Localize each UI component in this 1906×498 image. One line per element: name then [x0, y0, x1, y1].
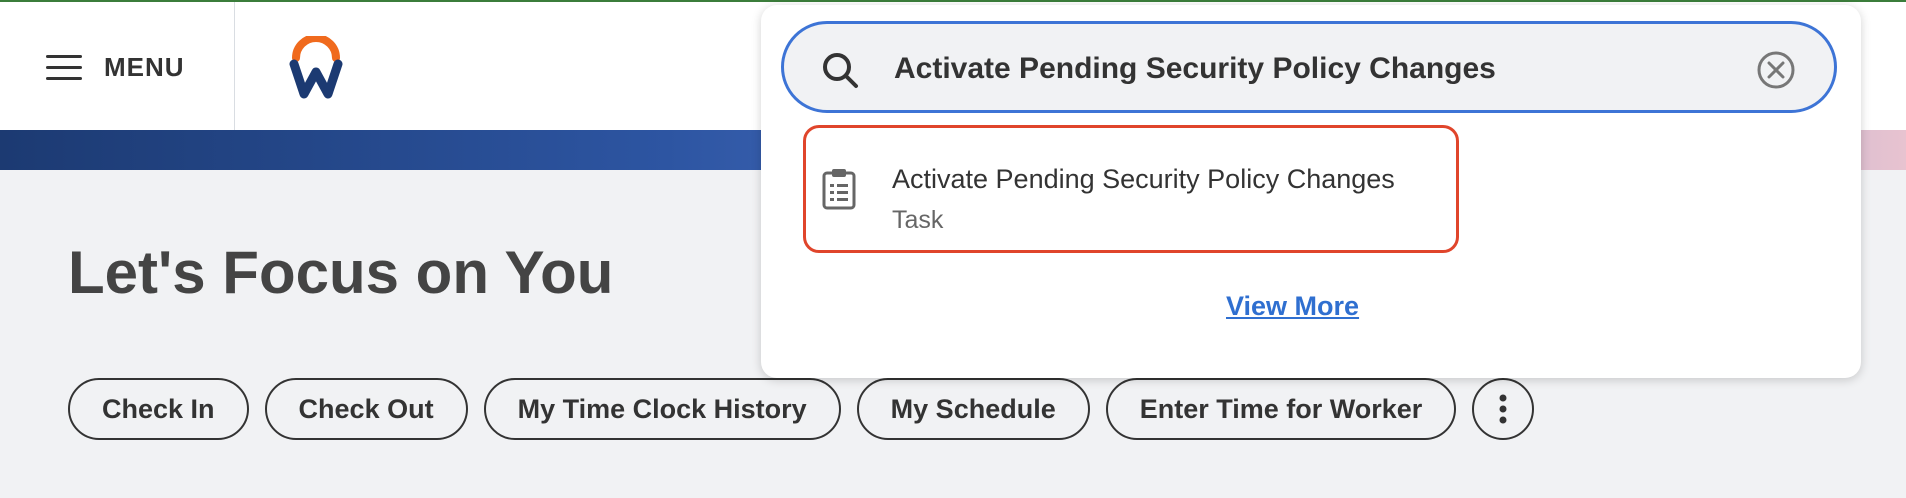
enter-time-for-worker-button[interactable]: Enter Time for Worker — [1105, 378, 1457, 440]
page-title: Let's Focus on You — [68, 239, 614, 306]
search-box[interactable] — [781, 21, 1837, 113]
menu-label: MENU — [104, 52, 185, 82]
search-icon — [823, 53, 858, 88]
search-dropdown: Activate Pending Security Policy Changes… — [761, 5, 1861, 378]
check-out-button[interactable]: Check Out — [264, 378, 468, 440]
clipboard-list-icon — [822, 169, 856, 210]
quick-actions: Check In Check Out My Time Clock History… — [68, 378, 1535, 440]
time-clock-history-button[interactable]: My Time Clock History — [483, 378, 841, 440]
hamburger-icon — [46, 55, 82, 81]
header-divider — [234, 2, 235, 130]
search-result-item[interactable]: Activate Pending Security Policy Changes… — [803, 125, 1459, 253]
clear-search-icon[interactable] — [1756, 50, 1796, 90]
my-schedule-button[interactable]: My Schedule — [856, 378, 1090, 440]
more-actions-button[interactable] — [1472, 378, 1535, 440]
view-more-link[interactable]: View More — [1226, 291, 1359, 322]
search-input[interactable] — [892, 46, 1676, 92]
search-result-type: Task — [892, 206, 944, 234]
check-in-button[interactable]: Check In — [68, 378, 249, 440]
workday-logo[interactable] — [288, 36, 344, 100]
menu-button[interactable]: MENU — [0, 2, 235, 130]
search-result-title: Activate Pending Security Policy Changes — [892, 164, 1395, 194]
more-vertical-icon — [1499, 394, 1507, 424]
